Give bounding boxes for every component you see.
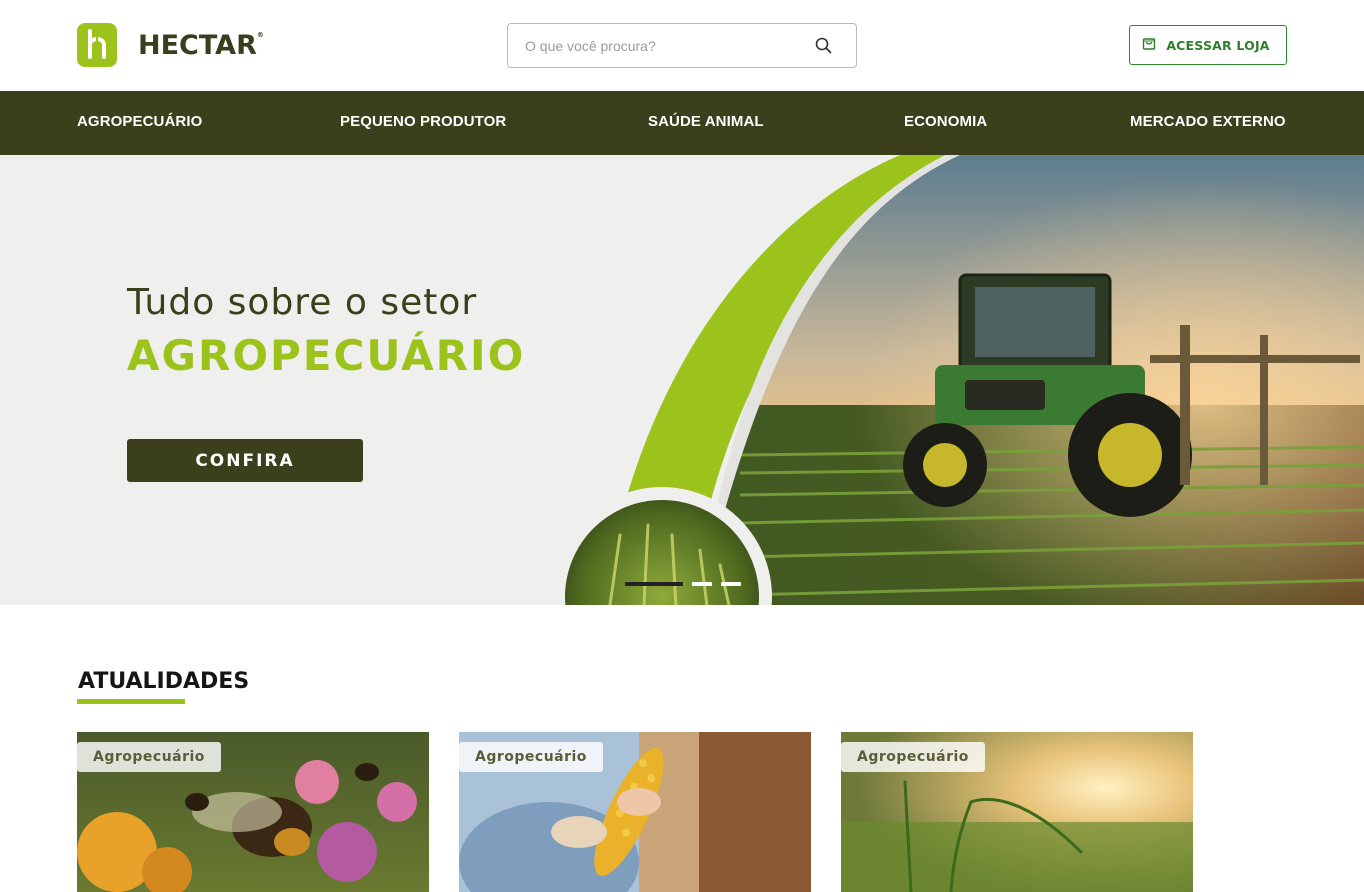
section-title: ATUALIDADES: [78, 669, 250, 694]
section-underline: [77, 699, 185, 704]
nav-item-agropecuario[interactable]: AGROPECUÁRIO: [77, 113, 202, 130]
hero-image: [0, 155, 1364, 605]
category-tag: Agropecuário: [77, 742, 221, 772]
news-card[interactable]: Agropecuário: [841, 732, 1193, 892]
news-card[interactable]: Agropecuário: [459, 732, 811, 892]
shopping-bag-icon: [1142, 36, 1156, 55]
confira-button[interactable]: CONFIRA: [127, 439, 363, 482]
store-button-label: ACESSAR LOJA: [1166, 37, 1270, 53]
carousel-dot-3[interactable]: [721, 582, 741, 586]
category-tag: Agropecuário: [841, 742, 985, 772]
logo-text: HECTAR ®: [138, 29, 264, 61]
nav-item-saude-animal[interactable]: SAÚDE ANIMAL: [648, 113, 764, 130]
nav-item-economia[interactable]: ECONOMIA: [904, 113, 987, 130]
hero-title: Tudo sobre o setor: [127, 282, 478, 323]
news-card[interactable]: Agropecuário: [77, 732, 429, 892]
carousel-dot-1[interactable]: [625, 582, 683, 586]
nav-item-mercado-externo[interactable]: MERCADO EXTERNO: [1130, 113, 1286, 130]
site-header: HECTAR® ACESSAR LOJA: [0, 0, 1364, 91]
hero-subtitle: AGROPECUÁRIO: [127, 331, 526, 380]
search-box: [507, 23, 857, 68]
hero-banner: Tudo sobre o setor AGROPECUÁRIO CONFIRA: [0, 155, 1364, 605]
carousel-dot-2[interactable]: [692, 582, 712, 586]
main-nav: AGROPECUÁRIO PEQUENO PRODUTOR SAÚDE ANIM…: [0, 91, 1364, 155]
logo-mark-icon: [77, 23, 117, 67]
nav-item-pequeno-produtor[interactable]: PEQUENO PRODUTOR: [340, 113, 506, 130]
logo[interactable]: HECTAR ®: [77, 23, 264, 67]
category-tag: Agropecuário: [459, 742, 603, 772]
store-button[interactable]: ACESSAR LOJA: [1129, 25, 1287, 65]
carousel-indicators: [625, 582, 741, 586]
search-input[interactable]: [508, 24, 798, 67]
search-icon[interactable]: [814, 36, 834, 56]
